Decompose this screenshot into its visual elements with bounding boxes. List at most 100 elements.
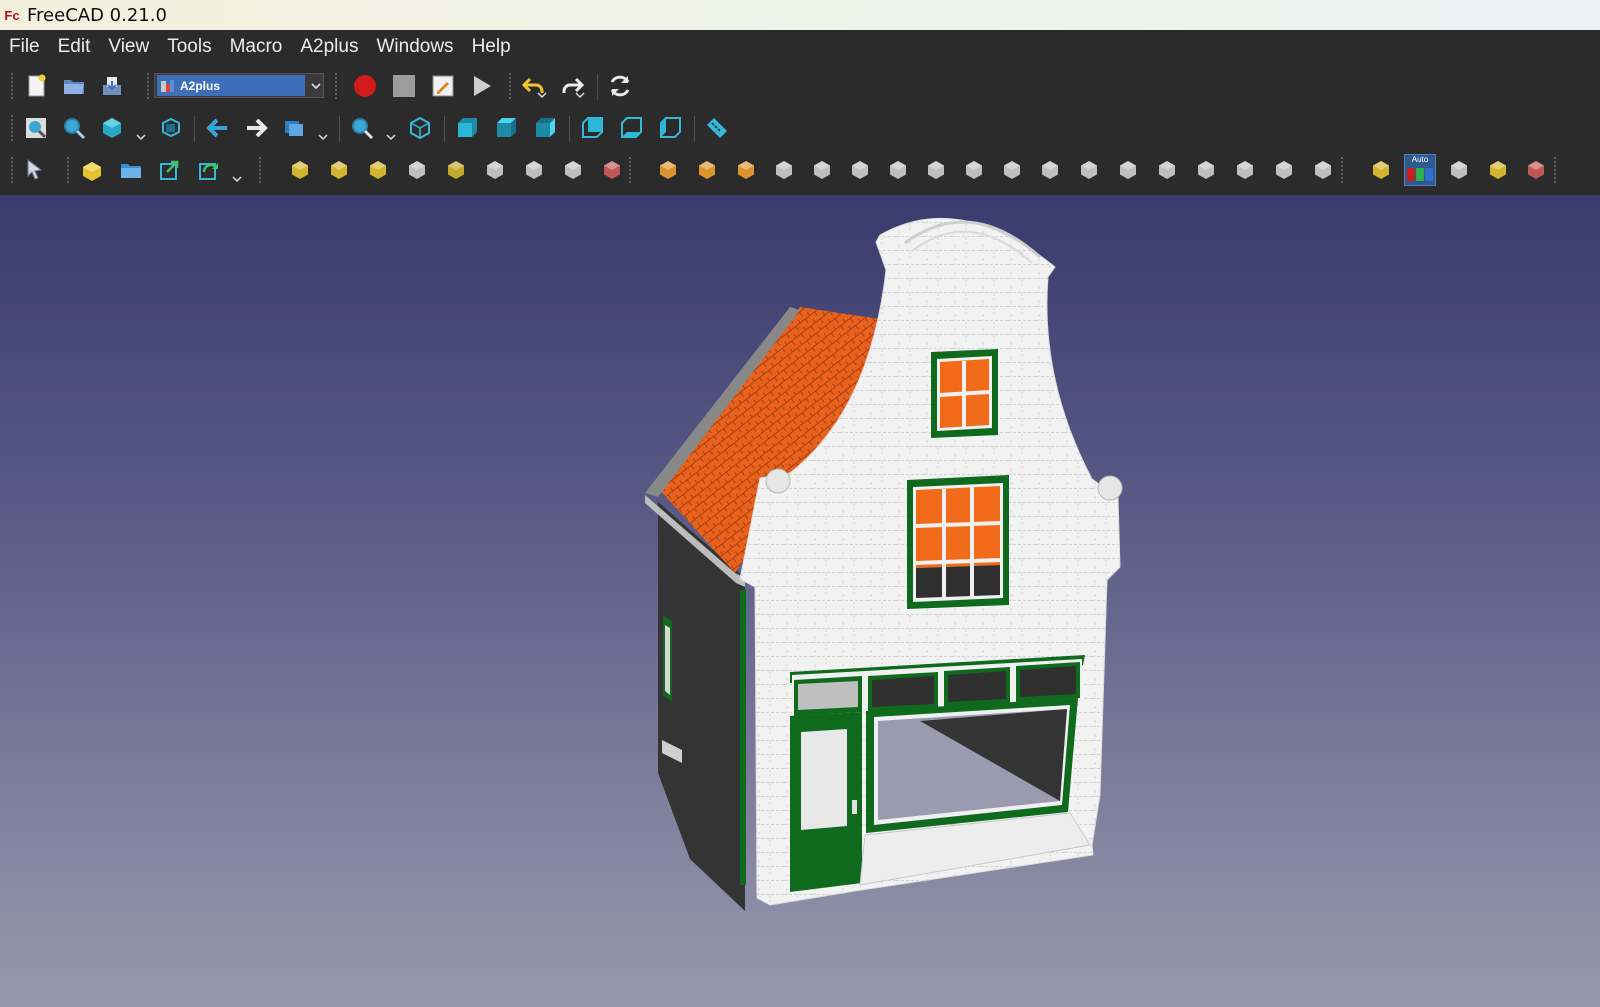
- chevron-down-icon: [311, 82, 321, 89]
- constraint-angled-planes-icon[interactable]: [557, 154, 589, 186]
- bottom-view-icon[interactable]: [615, 112, 647, 144]
- auto-label: Auto: [1411, 155, 1429, 164]
- toolbar-row-file: A2plus: [0, 66, 1600, 106]
- add-part-icon[interactable]: [76, 154, 108, 186]
- chevron-down-icon[interactable]: [575, 90, 585, 100]
- workbench-label: A2plus: [180, 78, 221, 93]
- edit-constraint-icon[interactable]: [730, 154, 762, 186]
- back-icon[interactable]: [202, 112, 234, 144]
- parts-list-icon[interactable]: [1482, 154, 1514, 186]
- top-view-icon[interactable]: [490, 112, 522, 144]
- point-on-line-icon[interactable]: [844, 154, 876, 186]
- toolbar-grip[interactable]: [628, 156, 632, 184]
- right-view-icon[interactable]: [529, 112, 561, 144]
- menu-tools[interactable]: Tools: [158, 30, 220, 64]
- open-file-icon[interactable]: [58, 70, 90, 102]
- axis-perpendicular-icon[interactable]: [1073, 154, 1105, 186]
- delete-constraint-icon[interactable]: [768, 154, 800, 186]
- chevron-down-icon[interactable]: [232, 174, 242, 184]
- plane-parallel-icon[interactable]: [1190, 154, 1222, 186]
- freecad-logo-icon: Fc: [4, 7, 20, 23]
- toolbar-grip[interactable]: [1340, 156, 1344, 184]
- draw-style-icon[interactable]: [96, 112, 128, 144]
- record-macro-icon[interactable]: [349, 70, 381, 102]
- constraint-axis-coincident-icon[interactable]: [401, 154, 433, 186]
- solve-constraints-icon[interactable]: [652, 154, 684, 186]
- select-pointer-icon[interactable]: [20, 154, 52, 186]
- menu-windows[interactable]: Windows: [367, 30, 462, 64]
- toolbar-grip[interactable]: [10, 72, 14, 100]
- axis-plane-icon[interactable]: [996, 154, 1028, 186]
- toolbar-separator: [569, 116, 570, 142]
- zoom-icon[interactable]: [346, 112, 378, 144]
- menu-edit[interactable]: Edit: [49, 30, 100, 64]
- point-identity-icon[interactable]: [806, 154, 838, 186]
- 3d-viewport[interactable]: [0, 195, 1600, 1007]
- menu-file[interactable]: File: [0, 30, 49, 64]
- fit-selection-icon[interactable]: [58, 112, 90, 144]
- title-bar: Fc FreeCAD 0.21.0: [0, 0, 1600, 30]
- constraint-point-on-line-icon[interactable]: [284, 154, 316, 186]
- flip-constraint-icon[interactable]: [691, 154, 723, 186]
- auto-color-button[interactable]: Auto: [1404, 154, 1436, 186]
- menu-macro[interactable]: Macro: [221, 30, 292, 64]
- axis-parallel-icon[interactable]: [958, 154, 990, 186]
- constraint-plane-parallel-icon[interactable]: [479, 154, 511, 186]
- left-view-icon[interactable]: [654, 112, 686, 144]
- house-model: [645, 218, 1123, 911]
- constraint-point-on-plane-icon[interactable]: [323, 154, 355, 186]
- isometric-view-icon[interactable]: [404, 112, 436, 144]
- toolbar-grip[interactable]: [508, 72, 512, 100]
- chevron-down-icon[interactable]: [318, 132, 328, 142]
- toolbar-grip[interactable]: [1553, 156, 1557, 184]
- menu-help[interactable]: Help: [463, 30, 520, 64]
- right-ornament: [1097, 475, 1123, 501]
- left-ornament: [765, 468, 791, 494]
- update-imported-icon[interactable]: [193, 154, 225, 186]
- import-part-icon[interactable]: [154, 154, 186, 186]
- constraint-axial-alignment-icon[interactable]: [440, 154, 472, 186]
- toggle-transparency-icon[interactable]: [1365, 154, 1397, 186]
- edit-macro-icon[interactable]: [427, 70, 459, 102]
- constraint-plane-coincident-icon[interactable]: [518, 154, 550, 186]
- parallel-lines-icon[interactable]: [1034, 154, 1066, 186]
- forward-icon[interactable]: [240, 112, 272, 144]
- bom-icon[interactable]: [1520, 154, 1552, 186]
- front-view-icon[interactable]: [451, 112, 483, 144]
- toolbar-grip[interactable]: [10, 114, 14, 142]
- angle-icon[interactable]: [1151, 154, 1183, 186]
- constraint-sphere-center-icon[interactable]: [596, 154, 628, 186]
- open-folder-icon[interactable]: [115, 154, 147, 186]
- chevron-down-icon[interactable]: [537, 90, 547, 100]
- surface-icon[interactable]: [1229, 154, 1261, 186]
- menu-view[interactable]: View: [99, 30, 158, 64]
- stop-macro-icon[interactable]: [388, 70, 420, 102]
- chevron-down-icon[interactable]: [386, 132, 396, 142]
- toolbar-grip[interactable]: [146, 72, 150, 100]
- plane-icon[interactable]: [882, 154, 914, 186]
- toolbar-grip[interactable]: [10, 156, 14, 184]
- toolbar-grip[interactable]: [66, 156, 70, 184]
- rear-view-icon[interactable]: [576, 112, 608, 144]
- bounding-box-icon[interactable]: [155, 112, 187, 144]
- menu-a2plus[interactable]: A2plus: [291, 30, 367, 64]
- transom-glass: [798, 681, 858, 710]
- constraint-circular-edge-icon[interactable]: [362, 154, 394, 186]
- toolbar-grip[interactable]: [258, 156, 262, 184]
- refresh-icon[interactable]: [604, 70, 636, 102]
- chevron-down-icon[interactable]: [136, 132, 146, 142]
- window-title: FreeCAD 0.21.0: [27, 4, 167, 26]
- save-icon[interactable]: [96, 70, 128, 102]
- workbench-selector[interactable]: A2plus: [154, 73, 324, 98]
- mirror-icon[interactable]: [1443, 154, 1475, 186]
- run-macro-icon[interactable]: [466, 70, 498, 102]
- toolbar-grip[interactable]: [334, 72, 338, 100]
- face-icon[interactable]: [1268, 154, 1300, 186]
- new-document-icon[interactable]: [20, 70, 52, 102]
- plane-coincident-icon[interactable]: [920, 154, 952, 186]
- fit-all-icon[interactable]: [20, 112, 52, 144]
- sphere-icon[interactable]: [1307, 154, 1339, 186]
- measure-icon[interactable]: [701, 112, 733, 144]
- sync-view-icon[interactable]: [278, 112, 310, 144]
- perpendicular-icon[interactable]: [1112, 154, 1144, 186]
